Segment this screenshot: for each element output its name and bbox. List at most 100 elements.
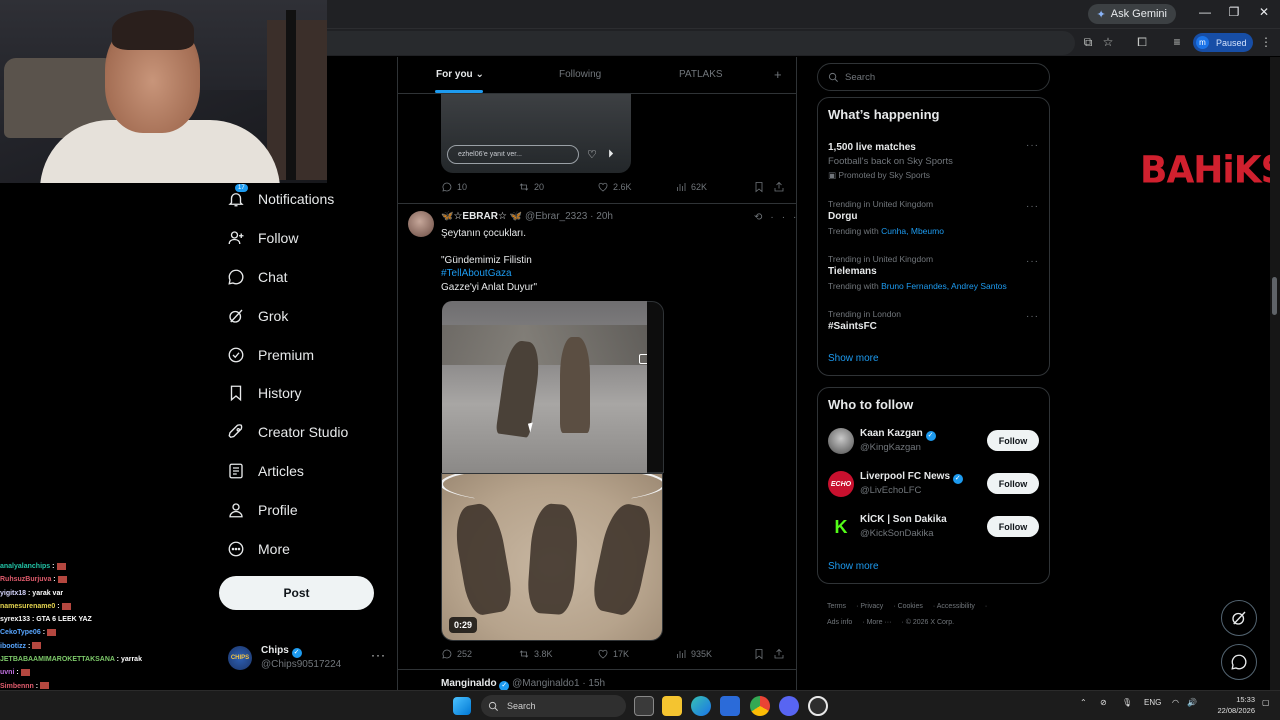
tray-expand-icon[interactable]: ⌃ xyxy=(1080,698,1087,707)
tab-for-you[interactable]: For you ⌄ xyxy=(436,69,484,80)
repost-button[interactable]: 20 xyxy=(518,181,544,193)
tab-following[interactable]: Following xyxy=(559,69,601,80)
like-button[interactable]: 2.6K xyxy=(597,181,632,193)
page-scrollbar[interactable] xyxy=(1270,57,1280,720)
account-more-icon[interactable]: ··· xyxy=(371,648,386,662)
bookmark-star-icon[interactable]: ☆ xyxy=(1101,35,1115,49)
follow-suggestion[interactable]: Kaan Kazgan ✓ @KingKazgan Follow xyxy=(828,428,1040,460)
nav-item-more[interactable]: More xyxy=(219,529,389,568)
grok-explain-icon[interactable]: ⟲ xyxy=(754,212,770,223)
store-icon[interactable] xyxy=(720,696,740,716)
install-app-icon[interactable]: ⧉ xyxy=(1081,35,1095,50)
tweet-video[interactable] xyxy=(442,301,647,473)
chat-username[interactable]: Simbennn xyxy=(0,683,34,690)
trend-item[interactable]: Trending in London #SaintsFC xyxy=(828,309,1043,332)
address-bar[interactable] xyxy=(327,31,1075,55)
minimize-button[interactable]: — xyxy=(1197,5,1213,19)
tweet-image[interactable] xyxy=(441,473,663,641)
extensions-icon[interactable]: ⧠ xyxy=(1135,35,1149,50)
grok-floating-button[interactable] xyxy=(1221,600,1257,636)
nav-item-articles[interactable]: Articles xyxy=(219,452,389,491)
chat-username[interactable]: syrex133 xyxy=(0,616,30,623)
ask-gemini-button[interactable]: ✦ Ask Gemini xyxy=(1087,4,1176,24)
post-button[interactable]: Post xyxy=(219,576,374,610)
account-switcher[interactable]: CHIPS Chips ✓ @Chips90517224 ··· xyxy=(228,644,388,676)
file-explorer-icon[interactable] xyxy=(662,696,682,716)
restore-button[interactable]: ❐ xyxy=(1226,5,1242,19)
views-button[interactable]: 62K xyxy=(675,181,707,193)
views-button[interactable]: 935K xyxy=(675,648,712,660)
trend-more-icon[interactable]: ··· xyxy=(1026,256,1039,267)
tweet-time[interactable]: · 15h xyxy=(582,678,605,689)
discord-icon[interactable] xyxy=(779,696,799,716)
reply-button[interactable]: 10 xyxy=(441,181,467,193)
tweet-author-name[interactable]: 🦋☆EBRAR☆ 🦋 xyxy=(441,211,522,222)
trend-link[interactable]: Cunha, Mbeumo xyxy=(881,226,944,236)
tweet-author-handle[interactable]: @Manginaldo1 xyxy=(512,678,579,689)
tweet-author-handle[interactable]: @Ebrar_2323 xyxy=(525,211,587,222)
add-tab-icon[interactable]: + xyxy=(774,67,782,82)
chat-username[interactable]: namesurename0 xyxy=(0,603,55,610)
reply-button[interactable]: 252 xyxy=(441,648,472,660)
trend-more-icon[interactable]: ··· xyxy=(1026,201,1039,212)
chat-username[interactable]: yigitx18 xyxy=(0,590,26,597)
chat-username[interactable]: ibootizz xyxy=(0,643,26,650)
tweet-time[interactable]: · 20h xyxy=(590,211,613,222)
timeline[interactable]: For you ⌄ Following PATLAKS + ezhel06'e … xyxy=(397,57,797,720)
share-button[interactable] xyxy=(773,648,785,660)
nav-item-grok[interactable]: Grok xyxy=(219,296,389,335)
tweet-author-name[interactable]: Manginaldo xyxy=(441,678,497,689)
app-icon[interactable] xyxy=(808,696,828,716)
show-more-link[interactable]: Show more xyxy=(828,561,879,572)
trend-more-icon[interactable]: ··· xyxy=(1026,140,1039,151)
nav-item-chat[interactable]: Chat xyxy=(219,258,389,297)
share-button[interactable] xyxy=(773,181,785,193)
browser-menu-icon[interactable]: ⋮ xyxy=(1259,35,1273,49)
tab-patlaks[interactable]: PATLAKS xyxy=(679,69,723,80)
reply-input[interactable]: ezhel06'e yanıt ver... xyxy=(447,145,579,164)
language-indicator[interactable]: ENG xyxy=(1144,698,1161,707)
system-clock[interactable]: 15:33 22/08/2026 xyxy=(1205,694,1255,716)
task-view-icon[interactable] xyxy=(634,696,654,716)
profile-paused-button[interactable]: m Paused xyxy=(1193,33,1253,52)
repost-button[interactable]: 3.8K xyxy=(518,648,553,660)
follow-button[interactable]: Follow xyxy=(987,430,1039,451)
nav-item-profile[interactable]: Profile xyxy=(219,490,389,529)
chat-username[interactable]: JETBABAAMIMAROKETTAKSANA xyxy=(0,656,115,663)
nav-item-history[interactable]: History xyxy=(219,374,389,413)
chat-username[interactable]: CekoType06 xyxy=(0,629,41,636)
messages-floating-button[interactable] xyxy=(1221,644,1257,680)
footer-link[interactable]: Accessibility xyxy=(937,603,975,610)
footer-link[interactable]: Privacy xyxy=(860,603,883,610)
start-button[interactable] xyxy=(453,697,471,715)
follow-suggestion[interactable]: K KİCK | Son Dakika @KickSonDakika Follo… xyxy=(828,514,1040,546)
trend-link[interactable]: Bruno Fernandes, Andrey Santos xyxy=(881,281,1007,291)
follow-button[interactable]: Follow xyxy=(987,473,1039,494)
notification-center-icon[interactable]: ▢ xyxy=(1262,698,1270,707)
previous-tweet-media[interactable]: ezhel06'e yanıt ver... ♡ ⏵ xyxy=(441,94,631,173)
avatar[interactable] xyxy=(408,211,434,237)
trend-more-icon[interactable]: ··· xyxy=(1026,311,1039,322)
search-input[interactable]: Search xyxy=(817,63,1050,91)
network-off-icon[interactable]: ⊘ xyxy=(1100,698,1107,707)
chat-username[interactable]: analyalanchips xyxy=(0,563,50,570)
footer-link[interactable]: Cookies xyxy=(898,603,923,610)
chat-username[interactable]: RuhsuzBurjuva xyxy=(0,576,51,583)
nav-item-follow[interactable]: Follow xyxy=(219,219,389,258)
like-button[interactable]: 17K xyxy=(597,648,629,660)
nav-item-creator-studio[interactable]: Creator Studio xyxy=(219,413,389,452)
trend-item[interactable]: Trending in United Kingdom Dorgu Trendin… xyxy=(828,199,1043,236)
close-window-button[interactable]: ✕ xyxy=(1256,5,1272,19)
nav-item-premium[interactable]: Premium xyxy=(219,335,389,374)
scrollbar-thumb[interactable] xyxy=(1272,277,1277,315)
wifi-icon[interactable]: ◠ xyxy=(1172,698,1179,707)
tweet-more-icon[interactable]: ··· xyxy=(770,212,796,223)
volume-icon[interactable]: 🔊 xyxy=(1187,698,1197,707)
heart-icon[interactable]: ♡ xyxy=(587,148,599,161)
chrome-icon[interactable] xyxy=(750,696,770,716)
footer-link[interactable]: Ads info xyxy=(827,619,852,626)
trend-item[interactable]: 1,500 live matches Football's back on Sk… xyxy=(828,140,1043,181)
nav-item-notifications[interactable]: 17 Notifications xyxy=(219,180,389,219)
hashtag-link[interactable]: #TellAboutGaza xyxy=(441,268,512,279)
taskbar-search[interactable]: Search xyxy=(481,695,626,717)
